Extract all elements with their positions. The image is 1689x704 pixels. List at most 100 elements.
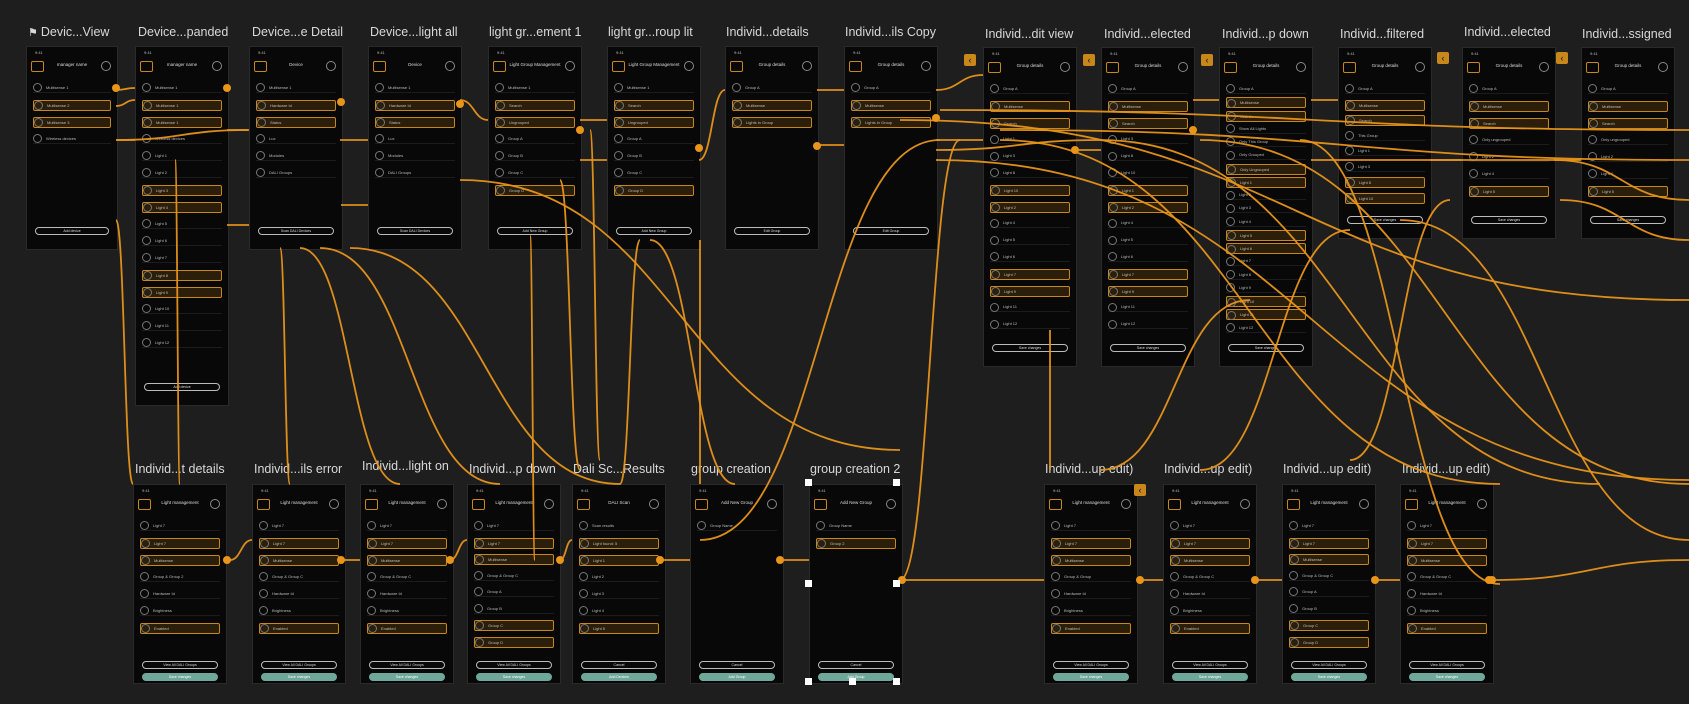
list-item[interactable]: Light 4	[1226, 217, 1306, 227]
list-item[interactable]: Multisense	[1051, 555, 1131, 566]
bottom-frame-title[interactable]: Individ...p down	[469, 462, 556, 476]
list-item[interactable]: Light 7	[1170, 538, 1250, 549]
bottom-frame-title[interactable]: Individ...up edit)	[1045, 462, 1133, 476]
selection-handle[interactable]	[893, 580, 900, 587]
primary-button[interactable]: Save changes	[1590, 216, 1666, 224]
bottom-screen-frame[interactable]: 9:41 DALI Scan Scan results Light found: 5 L…	[572, 484, 666, 684]
list-item[interactable]: Light 3	[1345, 161, 1425, 172]
bottom-screen-frame[interactable]: 9:41 Light management Light 7 Light 7 Multis…	[467, 484, 561, 684]
selection-handle[interactable]	[849, 678, 856, 685]
list-item[interactable]: Light 7	[474, 537, 554, 549]
list-item[interactable]: Light 2	[1226, 190, 1306, 201]
more-icon[interactable]	[1415, 62, 1425, 72]
list-item[interactable]: Enabled	[1407, 623, 1487, 634]
connection-handle[interactable]	[112, 84, 120, 92]
more-icon[interactable]	[1359, 499, 1369, 509]
list-item[interactable]: Group A	[474, 587, 554, 597]
list-item[interactable]: Hardware Id	[1407, 589, 1487, 599]
more-icon[interactable]	[767, 499, 777, 509]
list-item[interactable]: Light 7	[1407, 538, 1487, 549]
list-item[interactable]: Group A	[851, 83, 931, 93]
list-item[interactable]: Only This Group	[1226, 137, 1306, 148]
top-frame-title[interactable]: Device...panded	[138, 25, 228, 39]
list-item[interactable]: Light 7	[259, 521, 339, 531]
list-item[interactable]: Status	[375, 117, 455, 128]
primary-button[interactable]: View All DALI Groups	[1053, 661, 1129, 669]
top-frame-title[interactable]: Individ...p down	[1222, 27, 1309, 41]
list-item[interactable]: Group D	[495, 185, 575, 196]
top-frame-title[interactable]: Individ...filtered	[1340, 27, 1424, 41]
list-item[interactable]: Enabled	[259, 623, 339, 634]
list-item[interactable]: Group & Group C	[1170, 572, 1250, 582]
list-item[interactable]: Light 8	[1226, 270, 1306, 280]
list-item[interactable]: Group & Group C	[259, 572, 339, 582]
top-screen-frame[interactable]: 9:41 Group details Group A Multisense Search…	[983, 47, 1077, 367]
list-item[interactable]: Multisense	[1407, 555, 1487, 566]
more-icon[interactable]	[437, 499, 447, 509]
list-item[interactable]: Only Grouped	[1226, 150, 1306, 161]
list-item[interactable]: Group Name	[697, 521, 777, 531]
list-item[interactable]: Search	[1469, 118, 1549, 129]
secondary-button[interactable]: Add Devices	[581, 673, 657, 681]
connection-handle[interactable]	[223, 84, 231, 92]
more-icon[interactable]	[101, 61, 111, 71]
prototype-canvas[interactable]: ⚑ Devic...View 9:41 manager name Multisense …	[0, 0, 1689, 704]
list-item[interactable]: Light 2	[1108, 201, 1188, 213]
list-item[interactable]: Light 6	[1226, 243, 1306, 255]
list-item[interactable]: Group D	[614, 185, 694, 196]
more-icon[interactable]	[329, 499, 339, 509]
list-item[interactable]: Light 6	[1108, 252, 1188, 262]
list-item[interactable]: Light 2	[1469, 152, 1549, 162]
list-item[interactable]: Multisense	[1170, 555, 1250, 566]
selection-handle[interactable]	[805, 479, 812, 486]
list-item[interactable]: DALI Groups	[375, 168, 455, 178]
list-item[interactable]: Light 12	[1108, 319, 1188, 330]
list-item[interactable]: Group A	[990, 84, 1070, 94]
connection-handle[interactable]	[656, 556, 664, 564]
list-item[interactable]: Brightness	[367, 606, 447, 616]
list-item[interactable]: Light 2	[990, 201, 1070, 213]
list-item[interactable]: Multisense 1	[142, 100, 222, 111]
list-item[interactable]: Group A	[614, 134, 694, 144]
list-item[interactable]: Light 10	[1108, 168, 1188, 178]
list-item[interactable]: Multisense 1	[142, 117, 222, 128]
list-item[interactable]: Light 5	[990, 235, 1070, 246]
list-item[interactable]: Group A	[732, 83, 812, 93]
list-item[interactable]: Group & Group C	[474, 570, 554, 581]
more-icon[interactable]	[445, 61, 455, 71]
more-icon[interactable]	[684, 61, 694, 71]
top-screen-frame[interactable]: 9:41 manager name Multisense 1 Multisense 2…	[26, 46, 118, 250]
list-item[interactable]: Light 4	[990, 218, 1070, 229]
list-item[interactable]: Status	[256, 117, 336, 128]
more-icon[interactable]	[1539, 62, 1549, 72]
list-item[interactable]: Light 10	[1226, 296, 1306, 308]
list-item[interactable]: Light 7	[1226, 256, 1306, 267]
list-item[interactable]: Light 7	[1407, 521, 1487, 531]
top-frame-title[interactable]: Individ...details	[726, 25, 809, 39]
more-icon[interactable]	[210, 499, 220, 509]
list-item[interactable]: Light 12	[990, 319, 1070, 330]
list-item[interactable]: Light 7	[474, 521, 554, 531]
primary-button[interactable]: Add device	[35, 227, 109, 235]
list-item[interactable]: Light 1	[1108, 184, 1188, 196]
connection-handle[interactable]	[1251, 576, 1259, 584]
primary-button[interactable]: Save changes	[1110, 344, 1186, 352]
list-item[interactable]: Light 3	[1108, 134, 1188, 145]
list-item[interactable]: Ungrouped	[495, 117, 575, 128]
list-item[interactable]: Multisense 2	[33, 100, 111, 111]
list-item[interactable]: DALI Groups	[256, 168, 336, 178]
list-item[interactable]: Scan results	[579, 521, 659, 531]
top-frame-title[interactable]: Individ...elected	[1464, 25, 1551, 39]
primary-button[interactable]: Save changes	[1228, 344, 1304, 352]
primary-button[interactable]: Cancel	[699, 661, 775, 669]
connection-handle[interactable]	[1071, 146, 1079, 154]
top-screen-frame[interactable]: 9:41 Device Multisense 1 Hardware Id Status L…	[249, 46, 343, 250]
list-item[interactable]: Hardware Id	[367, 589, 447, 599]
list-item[interactable]: Brightness	[1051, 606, 1131, 616]
primary-button[interactable]: View All DALI Groups	[142, 661, 218, 669]
list-item[interactable]: Group C	[1289, 620, 1369, 631]
secondary-button[interactable]: Save changes	[142, 673, 218, 681]
more-icon[interactable]	[1477, 499, 1487, 509]
top-screen-frame[interactable]: 9:41 Group details Group A Multisense Search…	[1581, 47, 1675, 239]
bottom-screen-frame[interactable]: 9:41 Light management Light 7 Light 7 Multis…	[360, 484, 454, 684]
